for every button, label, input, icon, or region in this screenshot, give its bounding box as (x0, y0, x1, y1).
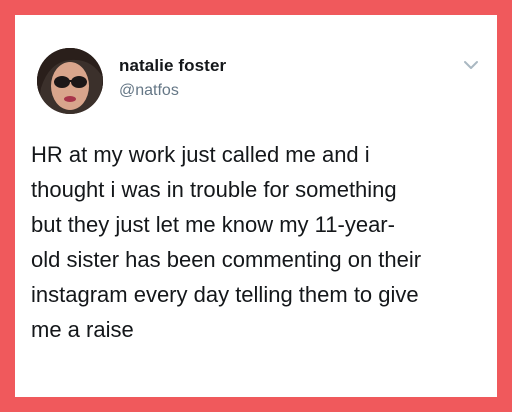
chevron-down-icon[interactable] (463, 59, 479, 71)
author-name[interactable]: natalie foster (119, 56, 226, 76)
tweet-text: HR at my work just called me and i thoug… (31, 142, 422, 342)
avatar-photo (37, 48, 103, 114)
tweet-card: natalie foster @natfos HR at my work jus… (15, 15, 497, 397)
author-handle[interactable]: @natfos (119, 82, 179, 100)
avatar[interactable] (37, 48, 103, 114)
